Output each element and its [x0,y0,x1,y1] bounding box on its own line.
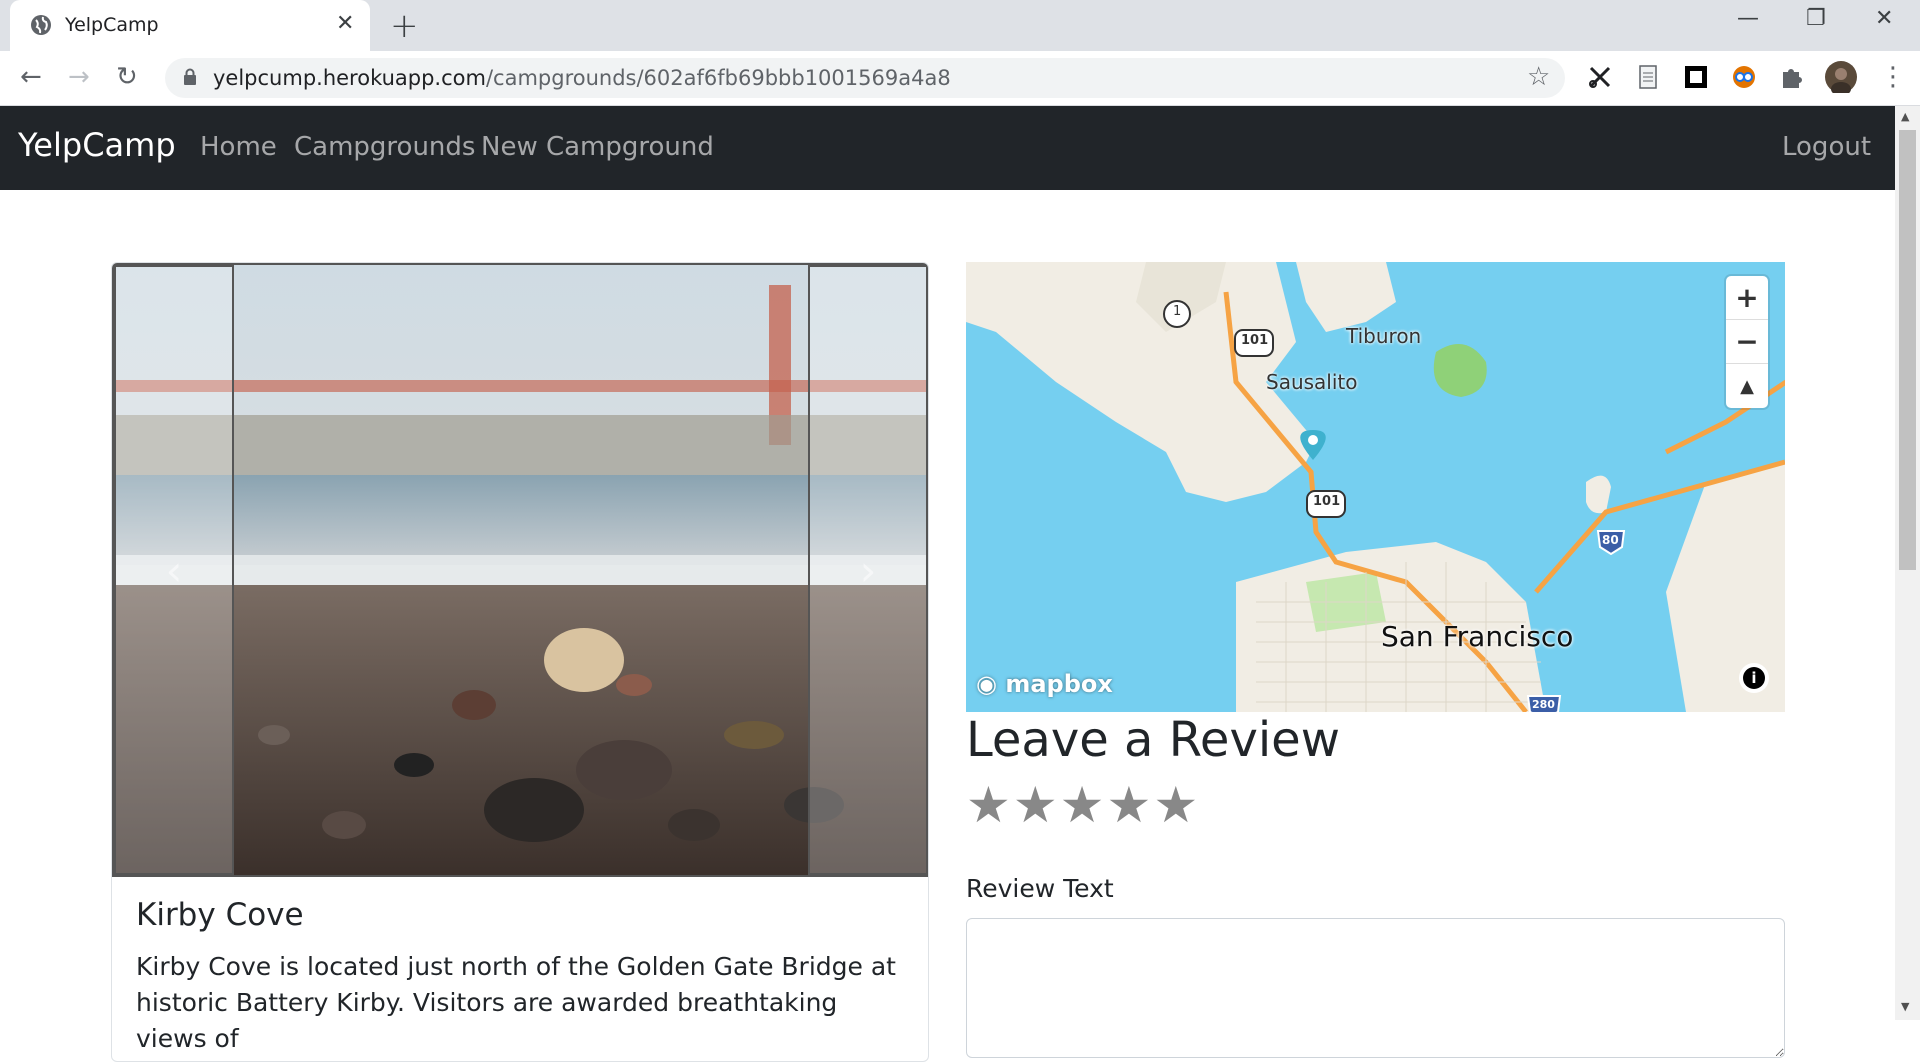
lock-icon [184,68,196,85]
nav-link-new-campground[interactable]: New Campground [481,132,714,162]
url-path: /campgrounds/602af6fb69bbb1001569a4a8 [485,66,951,90]
browser-tab[interactable]: YelpCamp ✕ [10,0,370,51]
minimize-icon[interactable]: — [1737,6,1759,31]
scissors-extension-icon[interactable] [1587,64,1613,90]
document-extension-icon[interactable] [1635,64,1661,90]
star-icon[interactable]: ★ [966,778,1011,832]
campground-card: ‹ › Kirby Cove Kirby Cove is located jus… [111,262,929,1062]
forward-icon[interactable]: → [68,62,90,92]
star-icon[interactable]: ★ [1060,778,1105,832]
mapbox-logo[interactable]: ◉ mapbox [976,670,1113,698]
route-101b-label: 101 [1313,494,1341,509]
page-scrollbar[interactable]: ▲ ▼ [1895,106,1920,1020]
tab-title: YelpCamp [65,14,159,36]
reload-icon[interactable]: ↻ [116,62,138,92]
url-host: yelpcump.herokuapp.com [213,66,486,90]
nav-link-logout[interactable]: Logout [1782,132,1871,162]
mapbox-logo-text: mapbox [1005,670,1113,698]
interstate-80-label: 80 [1602,533,1619,547]
menu-kebab-icon[interactable]: ⋮ [1880,62,1906,92]
zoom-in-button[interactable]: + [1726,276,1768,320]
campground-description: Kirby Cove is located just north of the … [136,952,896,1053]
back-icon[interactable]: ← [20,62,42,92]
nav-link-home[interactable]: Home [200,132,277,162]
zoom-out-button[interactable]: − [1726,320,1768,364]
route-1-label: 1 [1173,304,1182,319]
campground-map[interactable]: 1 101 101 80 280 Tiburon Sausalito San F… [966,262,1785,712]
address-bar[interactable]: yelpcump.herokuapp.com/campgrounds/602af… [165,58,1565,98]
site-navbar: YelpCamp Home Campgrounds New Campground… [0,106,1895,190]
chevron-right-icon: › [859,545,877,595]
campground-title: Kirby Cove [136,897,304,933]
star-icon[interactable]: ★ [1013,778,1058,832]
carousel-next-button[interactable]: › [808,265,928,875]
new-tab-icon[interactable]: + [390,6,419,46]
avatar[interactable] [1825,61,1857,93]
restore-icon[interactable]: ❐ [1806,6,1826,31]
campground-photo [114,265,928,875]
tab-close-icon[interactable]: ✕ [336,11,354,36]
close-window-icon[interactable]: ✕ [1875,6,1893,31]
star-icon[interactable]: ★ [1106,778,1151,832]
url-text: yelpcump.herokuapp.com/campgrounds/602af… [213,66,951,90]
scroll-down-icon[interactable]: ▼ [1901,1000,1909,1013]
review-heading: Leave a Review [966,712,1340,768]
star-rating[interactable]: ★ ★ ★ ★ ★ [966,778,1198,832]
chevron-left-icon: ‹ [165,545,183,595]
compass-button[interactable]: ▲ [1726,364,1768,408]
mapbox-logo-icon: ◉ [976,670,997,698]
route-101a-label: 101 [1241,333,1269,348]
star-icon[interactable]: ★ [1153,778,1198,832]
info-icon: i [1743,667,1765,689]
bookmark-star-icon[interactable]: ☆ [1527,62,1550,92]
image-carousel: ‹ › [112,263,928,877]
scroll-up-icon[interactable]: ▲ [1901,110,1909,123]
attribution-button[interactable]: i [1739,663,1769,693]
map-label-san-francisco: San Francisco [1381,620,1574,653]
globe-icon [31,15,51,35]
review-text-label: Review Text [966,874,1114,903]
frame-extension-icon[interactable] [1683,64,1709,90]
owl-extension-icon[interactable] [1731,64,1757,90]
nav-link-campgrounds[interactable]: Campgrounds [294,132,475,162]
puzzle-extensions-icon[interactable] [1779,64,1805,90]
map-label-sausalito: Sausalito [1266,370,1358,394]
navbar-brand[interactable]: YelpCamp [18,126,176,164]
scroll-thumb[interactable] [1899,130,1916,570]
map-navigation-control: + − ▲ [1726,276,1768,408]
review-text-input[interactable] [966,918,1785,1058]
map-label-tiburon: Tiburon [1346,324,1422,348]
carousel-prev-button[interactable]: ‹ [114,265,234,875]
interstate-280-label: 280 [1532,698,1555,711]
browser-tab-bar: YelpCamp ✕ + — ❐ ✕ [0,0,1920,51]
